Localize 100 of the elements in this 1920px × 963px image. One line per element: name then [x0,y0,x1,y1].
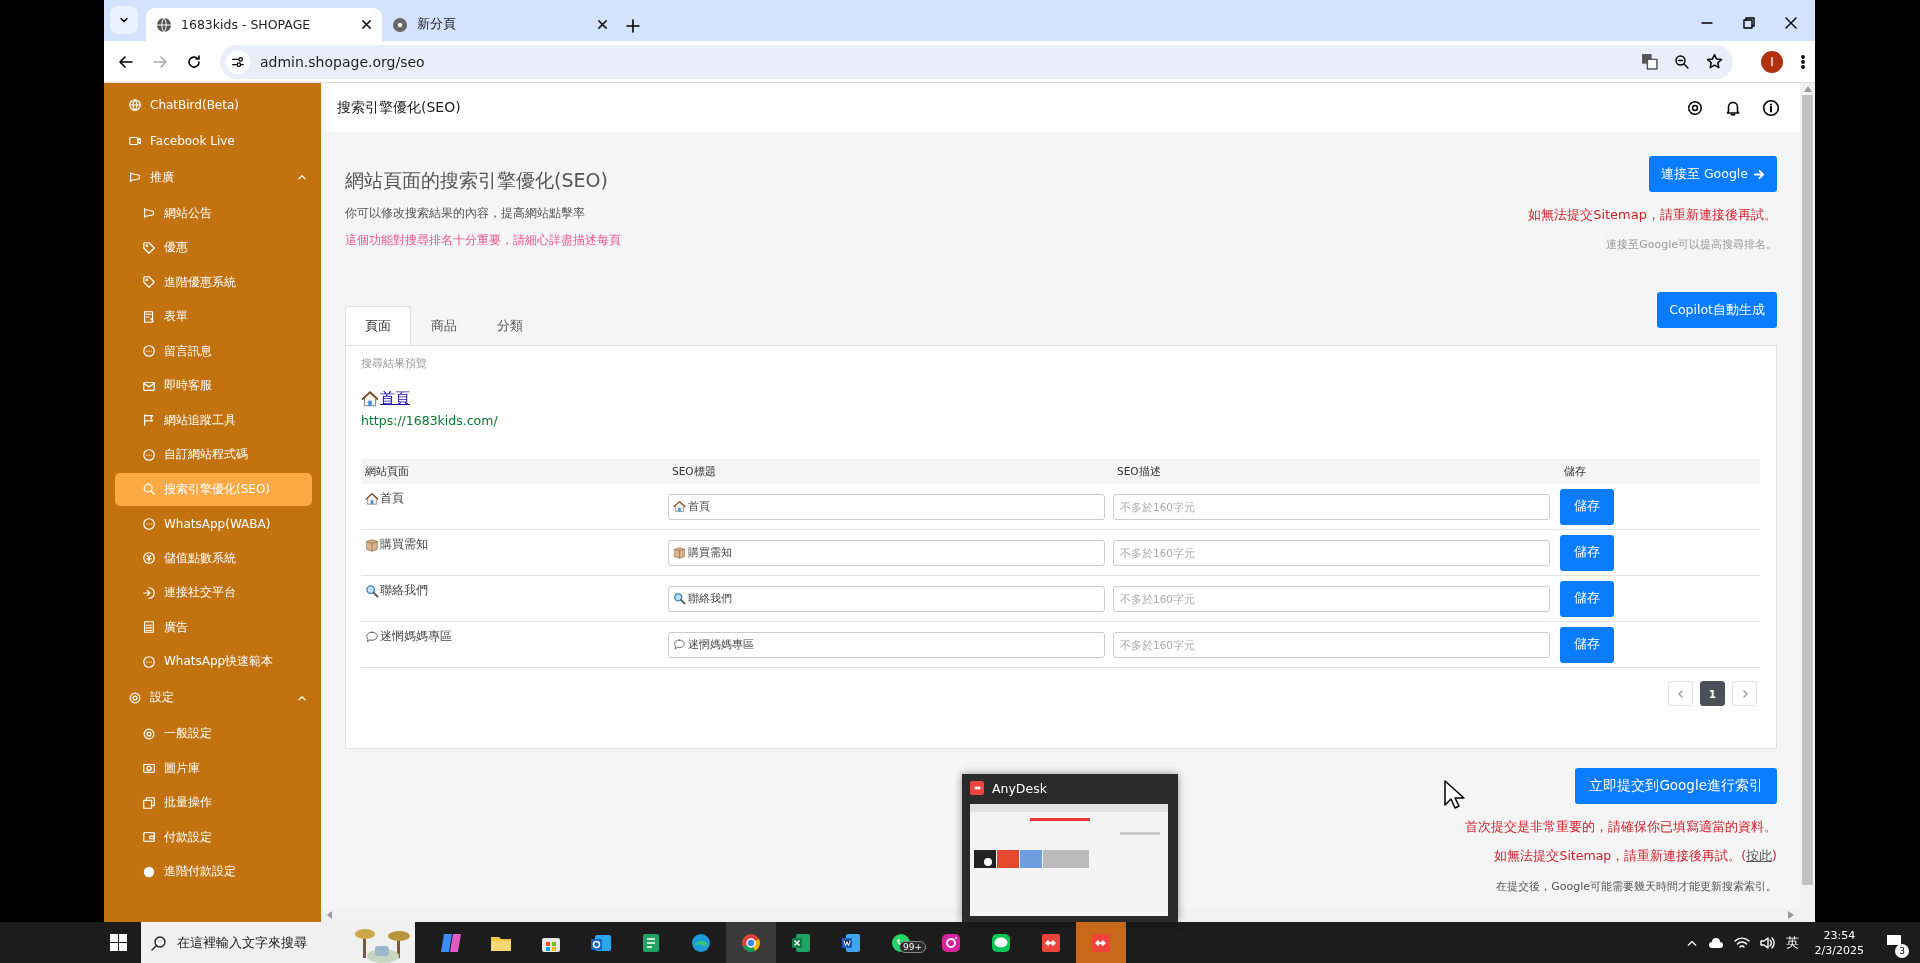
plus-icon[interactable] [626,19,640,33]
site-settings-icon[interactable] [226,49,250,74]
chat-icon [142,654,156,669]
seo-title-field[interactable]: 迷惘媽媽專區 [668,631,1105,658]
coin-icon [142,551,156,565]
profile-avatar[interactable]: I [1761,50,1783,73]
save-button[interactable]: 儲存 [1560,488,1614,525]
scrollbar-thumb[interactable] [1802,95,1813,885]
house-icon [365,491,379,506]
sidebar-item[interactable]: 儲值點數系統 [115,541,312,575]
submit-to-google-button[interactable]: 立即提交到Google進行索引 [1575,768,1777,804]
restore-icon[interactable] [1743,17,1755,29]
browser-tab[interactable]: 1683kids - SHOPAGE [146,8,382,41]
sidebar-item[interactable]: 進階優惠系統 [115,265,312,299]
sidebar-item[interactable]: 自訂網站程式碼 [115,438,312,471]
speaker-icon[interactable] [1759,935,1776,950]
taskbar-search-field[interactable]: 在這裡輸入文字來搜尋 [141,922,353,963]
sidebar-item[interactable]: 一般設定 [115,717,312,750]
sidebar-item[interactable]: WhatsApp快速範本 [115,645,312,678]
sidebar-item[interactable]: ChatBird(Beta) [104,87,321,123]
chevron-left-icon [1676,689,1685,698]
save-button[interactable]: 儲存 [1560,534,1614,571]
address-bar[interactable]: admin.shopage.org/seo [220,44,1733,79]
sidebar-item[interactable]: 即時客服 [115,369,312,402]
taskbar-clock[interactable]: 23:54 2/3/2025 [1814,927,1864,958]
seo-title-field[interactable]: 購買需知 [668,539,1105,566]
preview-label: 搜尋結果預覽 [361,356,428,371]
close-icon[interactable] [1785,17,1797,29]
seo-title-field[interactable]: 聯絡我們 [668,585,1105,612]
menu-icon[interactable] [1801,53,1805,70]
mouse-cursor-icon [1444,780,1466,810]
reload-icon[interactable] [186,53,202,70]
chat-icon [142,344,156,358]
video-icon [128,134,142,148]
windows-start-icon[interactable] [110,934,127,951]
anydesk-preview-popup[interactable]: AnyDesk [962,774,1178,922]
list-icon [142,620,156,634]
circle-icon [142,864,156,879]
sidebar-item[interactable]: 表單 [115,300,312,333]
sidebar-item[interactable]: 連接社交平台 [115,576,312,609]
sidebar-item[interactable]: 網站追蹤工具 [115,403,312,437]
tab[interactable]: 商品 [411,306,477,345]
seo-description-field[interactable]: 不多於160字元 [1113,539,1550,566]
page-name: 迷惘媽媽專區 [380,628,452,645]
sidebar-item[interactable]: 網站公告 [115,196,312,230]
click-here-link[interactable]: 按此 [1746,848,1773,863]
sidebar-item[interactable]: 進階付款設定 [115,855,312,888]
sidebar-item[interactable]: 推廣 [104,159,321,195]
tag-icon [142,275,156,289]
sidebar-item[interactable]: 批量操作 [115,786,312,819]
taskbar-app-button[interactable]: 99+ [876,922,926,963]
column-header: 儲存 [1563,464,1587,479]
connect-google-button[interactable]: 連接至 Google [1648,156,1777,192]
magnifier-icon [365,583,379,598]
box-icon [365,537,379,552]
sidebar-item[interactable]: 廣告 [115,610,312,644]
seo-description-field[interactable]: 不多於160字元 [1113,493,1550,520]
arrow-right-icon [1754,168,1765,180]
megaphone-icon [128,170,142,184]
input-language-indicator[interactable]: 英 [1785,933,1799,952]
zoom-out-icon[interactable] [1674,53,1690,70]
tab[interactable]: 分類 [477,306,543,345]
cloud-icon[interactable] [1707,936,1724,949]
page-name: 聯絡我們 [380,582,428,599]
sidebar-item[interactable]: 留言訊息 [115,334,312,368]
close-icon[interactable] [597,19,608,30]
sitemap-retry-text: 如無法提交Sitemap，請重新連接後再試。(按此) [1494,848,1777,865]
page-subtitle: 你可以修改搜索結果的內容，提高網站點擊率 [345,206,586,221]
search-icon [151,934,167,951]
save-button[interactable]: 儲存 [1560,580,1614,617]
chat-icon [142,516,156,531]
info-icon[interactable] [1762,98,1780,117]
sidebar-item[interactable]: WhatsApp(WABA) [115,507,312,540]
preview-title-link[interactable]: 首頁 [380,389,410,408]
chat-icon [142,447,156,462]
copilot-generate-button[interactable]: Copilot自動生成 [1657,292,1777,328]
sidebar-item[interactable]: Facebook Live [104,123,321,159]
seo-title-field[interactable]: 首頁 [668,493,1105,520]
sidebar-item[interactable]: 圖片庫 [115,751,312,785]
back-icon[interactable] [118,53,134,70]
chrome-icon [392,16,408,33]
speech-bubble-icon [673,637,686,651]
save-button[interactable]: 儲存 [1560,626,1614,663]
sidebar-item[interactable]: 付款設定 [115,820,312,854]
seo-description-field[interactable]: 不多於160字元 [1113,631,1550,658]
column-header: SEO標題 [671,464,717,479]
translate-icon[interactable] [1641,53,1658,70]
page-button[interactable]: 1 [1700,681,1725,706]
camera-icon [142,761,156,775]
tab[interactable]: 頁面 [345,306,411,345]
wifi-icon[interactable] [1733,935,1750,950]
seo-description-field[interactable]: 不多於160字元 [1113,585,1550,612]
taskbar-app-button[interactable] [726,922,776,963]
star-icon[interactable] [1706,53,1723,70]
browser-tab[interactable]: 新分頁 [382,8,618,41]
globe-icon [156,16,172,33]
sidebar-item[interactable]: 優惠 [115,231,312,264]
close-icon[interactable] [361,19,372,30]
sign-in-icon [142,585,156,600]
sidebar-item[interactable]: 設定 [104,679,321,716]
